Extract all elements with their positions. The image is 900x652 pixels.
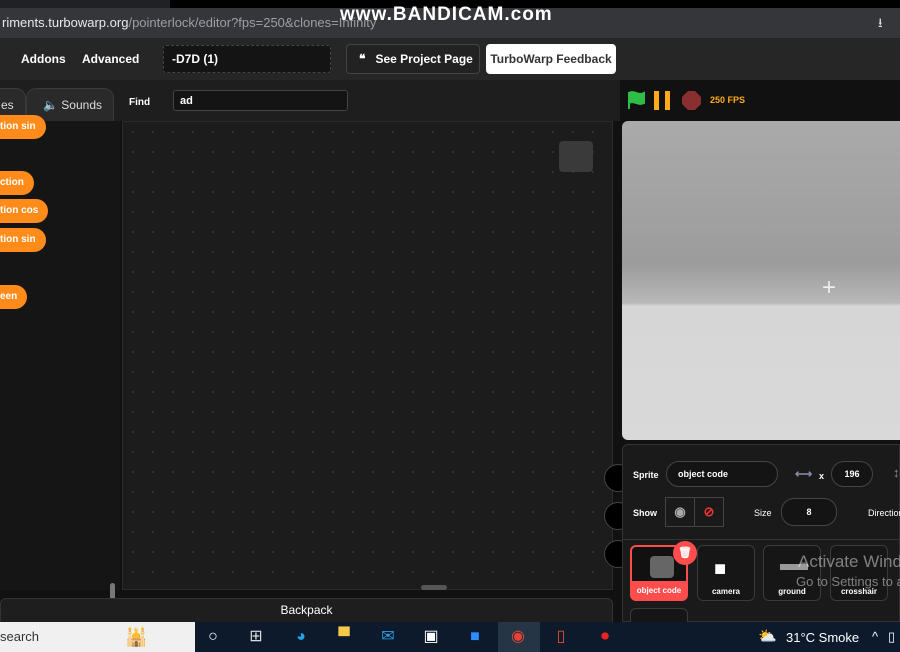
- menu-bar: Addons Advanced -D7D (1) ❝ See Project Pa…: [0, 38, 900, 80]
- network-icon[interactable]: ▯: [888, 629, 895, 645]
- see-project-label: See Project Page: [375, 52, 473, 66]
- browser-tab[interactable]: [0, 0, 170, 8]
- file-explorer-icon[interactable]: ▀: [333, 626, 355, 648]
- tab-sounds-label: Sounds: [61, 98, 102, 112]
- search-text: search: [0, 629, 40, 644]
- y-arrow-icon: ↕: [893, 465, 900, 480]
- taskbar: search 🕌 ○ ⊞ ◕ ▀ ✉ ▣ ■ ◉ ▯ ⏺ ⛅ 31°C Smoke…: [0, 622, 900, 652]
- fps-counter: 250 FPS: [710, 95, 746, 105]
- see-project-page-button[interactable]: ❝ See Project Page: [346, 44, 480, 74]
- crosshair: +: [822, 274, 837, 301]
- sprite-name: object code: [636, 586, 682, 595]
- download-icon[interactable]: ⭳: [878, 14, 883, 36]
- find-input[interactable]: [173, 90, 348, 111]
- search-highlight-icon: 🕌: [125, 627, 148, 647]
- green-flag-icon[interactable]: [626, 90, 646, 110]
- menu-advanced[interactable]: Advanced: [82, 38, 139, 80]
- tray-chevron-icon[interactable]: ^: [872, 629, 878, 644]
- camera-icon: ■: [714, 558, 727, 580]
- sprite-tile-object-code[interactable]: object code 🗑: [630, 541, 697, 601]
- x-arrow-icon: ⟷: [795, 467, 813, 481]
- palette-block[interactable]: tion cos: [0, 199, 49, 223]
- speaker-icon: 🔈: [43, 98, 58, 112]
- feedback-button[interactable]: TurboWarp Feedback: [486, 44, 616, 74]
- bandicam-icon[interactable]: ⏺: [594, 626, 616, 648]
- chrome-icon: ◉: [511, 628, 525, 645]
- weather-text[interactable]: 31°C Smoke: [786, 630, 859, 645]
- palette-block[interactable]: tion sin: [0, 228, 46, 252]
- activate-windows-subtitle: Go to Settings to activate Windows.: [796, 574, 900, 589]
- sprite-list: object code 🗑 ■ camera ground crosshair A…: [622, 540, 900, 628]
- current-sprite-thumbnail: [559, 141, 593, 172]
- menu-addons[interactable]: Addons: [21, 38, 66, 80]
- edge-icon[interactable]: ◕: [290, 626, 312, 648]
- show-eye-icon[interactable]: ◉: [665, 497, 695, 527]
- sprite-thumbnail: [650, 556, 674, 578]
- cortana-icon[interactable]: ○: [202, 626, 224, 648]
- sprite-name-input[interactable]: object code: [666, 461, 778, 487]
- sprite-label: Sprite: [633, 470, 659, 480]
- palette-block[interactable]: tion sin: [0, 115, 46, 139]
- code-workspace[interactable]: [122, 121, 613, 590]
- store-icon[interactable]: ▣: [420, 626, 442, 648]
- delete-sprite-icon[interactable]: 🗑: [673, 541, 697, 565]
- size-label: Size: [754, 508, 772, 518]
- activate-windows-title: Activate Windows: [798, 552, 900, 571]
- project-title-input[interactable]: -D7D (1): [163, 45, 331, 73]
- size-input[interactable]: 8: [781, 498, 837, 526]
- sprite-name: camera: [711, 587, 741, 596]
- hide-eye-icon[interactable]: ⊘: [694, 497, 724, 527]
- direction-label: Direction: [868, 508, 900, 518]
- x-label: x: [819, 471, 825, 481]
- sprite-info-panel: Sprite object code ⟷ x 196 ↕ Show ◉ ⊘ Si…: [622, 444, 900, 540]
- palette-block[interactable]: ction: [0, 171, 34, 195]
- chrome-taskbar-button[interactable]: ◉: [498, 622, 540, 652]
- palette-block[interactable]: een: [0, 285, 28, 309]
- bandicam-watermark: www.BANDICAM.com: [340, 4, 553, 25]
- stage-canvas[interactable]: +: [622, 121, 900, 440]
- sprite-tile-camera[interactable]: ■ camera: [697, 545, 755, 601]
- find-label: Find: [129, 97, 151, 108]
- taskbar-search[interactable]: search 🕌: [0, 622, 195, 652]
- pause-icon[interactable]: [653, 91, 673, 110]
- backpack[interactable]: Backpack: [0, 598, 613, 624]
- block-palette: tion sin ction tion cos tion sin een: [0, 115, 120, 613]
- show-label: Show: [633, 508, 657, 518]
- mail-icon[interactable]: ✉: [377, 626, 399, 648]
- zoom-app-icon[interactable]: ■: [464, 626, 486, 648]
- editor-tabs: es 🔈 Sounds Find: [0, 80, 620, 121]
- url-host: riments.turbowarp.org: [2, 15, 129, 30]
- remix-icon: ❝: [359, 52, 366, 66]
- workspace-scrollbar[interactable]: [421, 585, 447, 590]
- office-icon[interactable]: ▯: [550, 626, 572, 648]
- task-view-icon[interactable]: ⊞: [245, 626, 267, 648]
- weather-icon: ⛅: [758, 628, 777, 645]
- stage-controls: 250 FPS: [620, 80, 900, 121]
- x-input[interactable]: 196: [831, 461, 873, 487]
- stop-icon[interactable]: [682, 91, 701, 110]
